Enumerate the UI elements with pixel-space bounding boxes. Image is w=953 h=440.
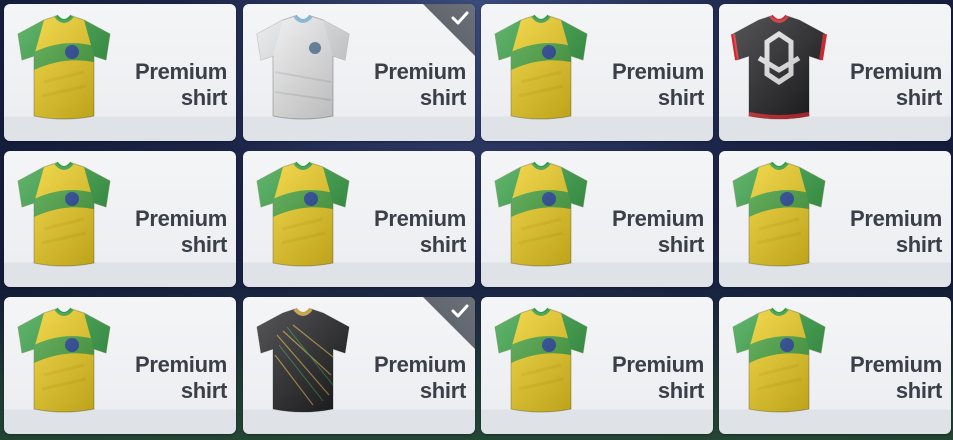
selected-badge xyxy=(423,4,475,56)
shirt-label-line2: shirt xyxy=(895,232,942,257)
shirt-label: Premium shirt xyxy=(374,206,466,258)
shirt-label: Premium shirt xyxy=(612,352,704,404)
shirt-icon xyxy=(494,14,588,120)
shirt-image xyxy=(491,159,591,269)
shirt-image xyxy=(253,159,353,269)
shirt-icon xyxy=(731,14,827,120)
shirt-label-line2: shirt xyxy=(419,232,466,257)
shirt-icon xyxy=(494,161,588,267)
shirt-card[interactable]: Premium shirt xyxy=(4,297,236,434)
shirt-image xyxy=(14,305,114,415)
shirt-label-line2: shirt xyxy=(657,232,704,257)
shirt-label: Premium shirt xyxy=(135,59,227,111)
shirt-label: Premium shirt xyxy=(612,59,704,111)
shirt-image xyxy=(14,159,114,269)
checkmark-icon xyxy=(451,11,469,25)
shirt-image xyxy=(729,159,829,269)
shirt-label-line1: Premium xyxy=(849,352,942,377)
shirt-card[interactable]: Premium shirt xyxy=(243,297,475,434)
shirt-icon xyxy=(732,307,826,413)
shirt-label-line2: shirt xyxy=(895,378,942,403)
shirt-image xyxy=(253,12,353,122)
shirt-label: Premium shirt xyxy=(374,59,466,111)
shirt-icon xyxy=(732,161,826,267)
shirt-icon xyxy=(17,307,111,413)
shirt-label-line2: shirt xyxy=(419,378,466,403)
shirt-image xyxy=(253,305,353,415)
shirt-label-line2: shirt xyxy=(895,85,942,110)
shirt-icon xyxy=(256,14,350,120)
shirt-label-line1: Premium xyxy=(611,206,704,231)
shirt-icon xyxy=(17,14,111,120)
shirt-label-line2: shirt xyxy=(657,378,704,403)
shirt-label-line2: shirt xyxy=(657,85,704,110)
shirt-label-line1: Premium xyxy=(849,59,942,84)
shirt-icon xyxy=(494,307,588,413)
shirt-label-line1: Premium xyxy=(849,206,942,231)
shirt-card[interactable]: Premium shirt xyxy=(243,151,475,287)
shirt-label: Premium shirt xyxy=(850,352,942,404)
shirt-icon xyxy=(17,161,111,267)
shirt-card[interactable]: Premium shirt xyxy=(481,297,713,434)
checkmark-icon xyxy=(451,304,469,318)
shirt-label-line1: Premium xyxy=(373,352,466,377)
shirt-image xyxy=(14,12,114,122)
shirt-label: Premium shirt xyxy=(374,352,466,404)
shirt-label-line2: shirt xyxy=(419,85,466,110)
shirt-label-line1: Premium xyxy=(611,59,704,84)
shirt-label-line1: Premium xyxy=(134,59,227,84)
selected-badge xyxy=(423,297,475,349)
shirt-label: Premium shirt xyxy=(135,206,227,258)
shirt-label-line2: shirt xyxy=(180,85,227,110)
shirt-card[interactable]: Premium shirt xyxy=(243,4,475,141)
shirt-card[interactable]: Premium shirt xyxy=(719,4,951,141)
shirt-label-line2: shirt xyxy=(180,378,227,403)
shirt-card[interactable]: Premium shirt xyxy=(481,4,713,141)
shirt-grid: Premium shirt Premium shirt Premium shir… xyxy=(0,0,953,440)
shirt-card[interactable]: Premium shirt xyxy=(719,151,951,287)
shirt-image xyxy=(729,12,829,122)
shirt-label-line1: Premium xyxy=(611,352,704,377)
shirt-label-line1: Premium xyxy=(134,352,227,377)
shirt-label-line2: shirt xyxy=(180,232,227,257)
shirt-label: Premium shirt xyxy=(850,206,942,258)
shirt-label-line1: Premium xyxy=(134,206,227,231)
shirt-card[interactable]: Premium shirt xyxy=(4,4,236,141)
shirt-card[interactable]: Premium shirt xyxy=(4,151,236,287)
shirt-label: Premium shirt xyxy=(612,206,704,258)
shirt-image xyxy=(729,305,829,415)
shirt-icon xyxy=(256,307,350,413)
shirt-card[interactable]: Premium shirt xyxy=(719,297,951,434)
shirt-image xyxy=(491,305,591,415)
shirt-label-line1: Premium xyxy=(373,206,466,231)
shirt-icon xyxy=(256,161,350,267)
shirt-card[interactable]: Premium shirt xyxy=(481,151,713,287)
shirt-label: Premium shirt xyxy=(135,352,227,404)
shirt-image xyxy=(491,12,591,122)
shirt-label-line1: Premium xyxy=(373,59,466,84)
shirt-label: Premium shirt xyxy=(850,59,942,111)
